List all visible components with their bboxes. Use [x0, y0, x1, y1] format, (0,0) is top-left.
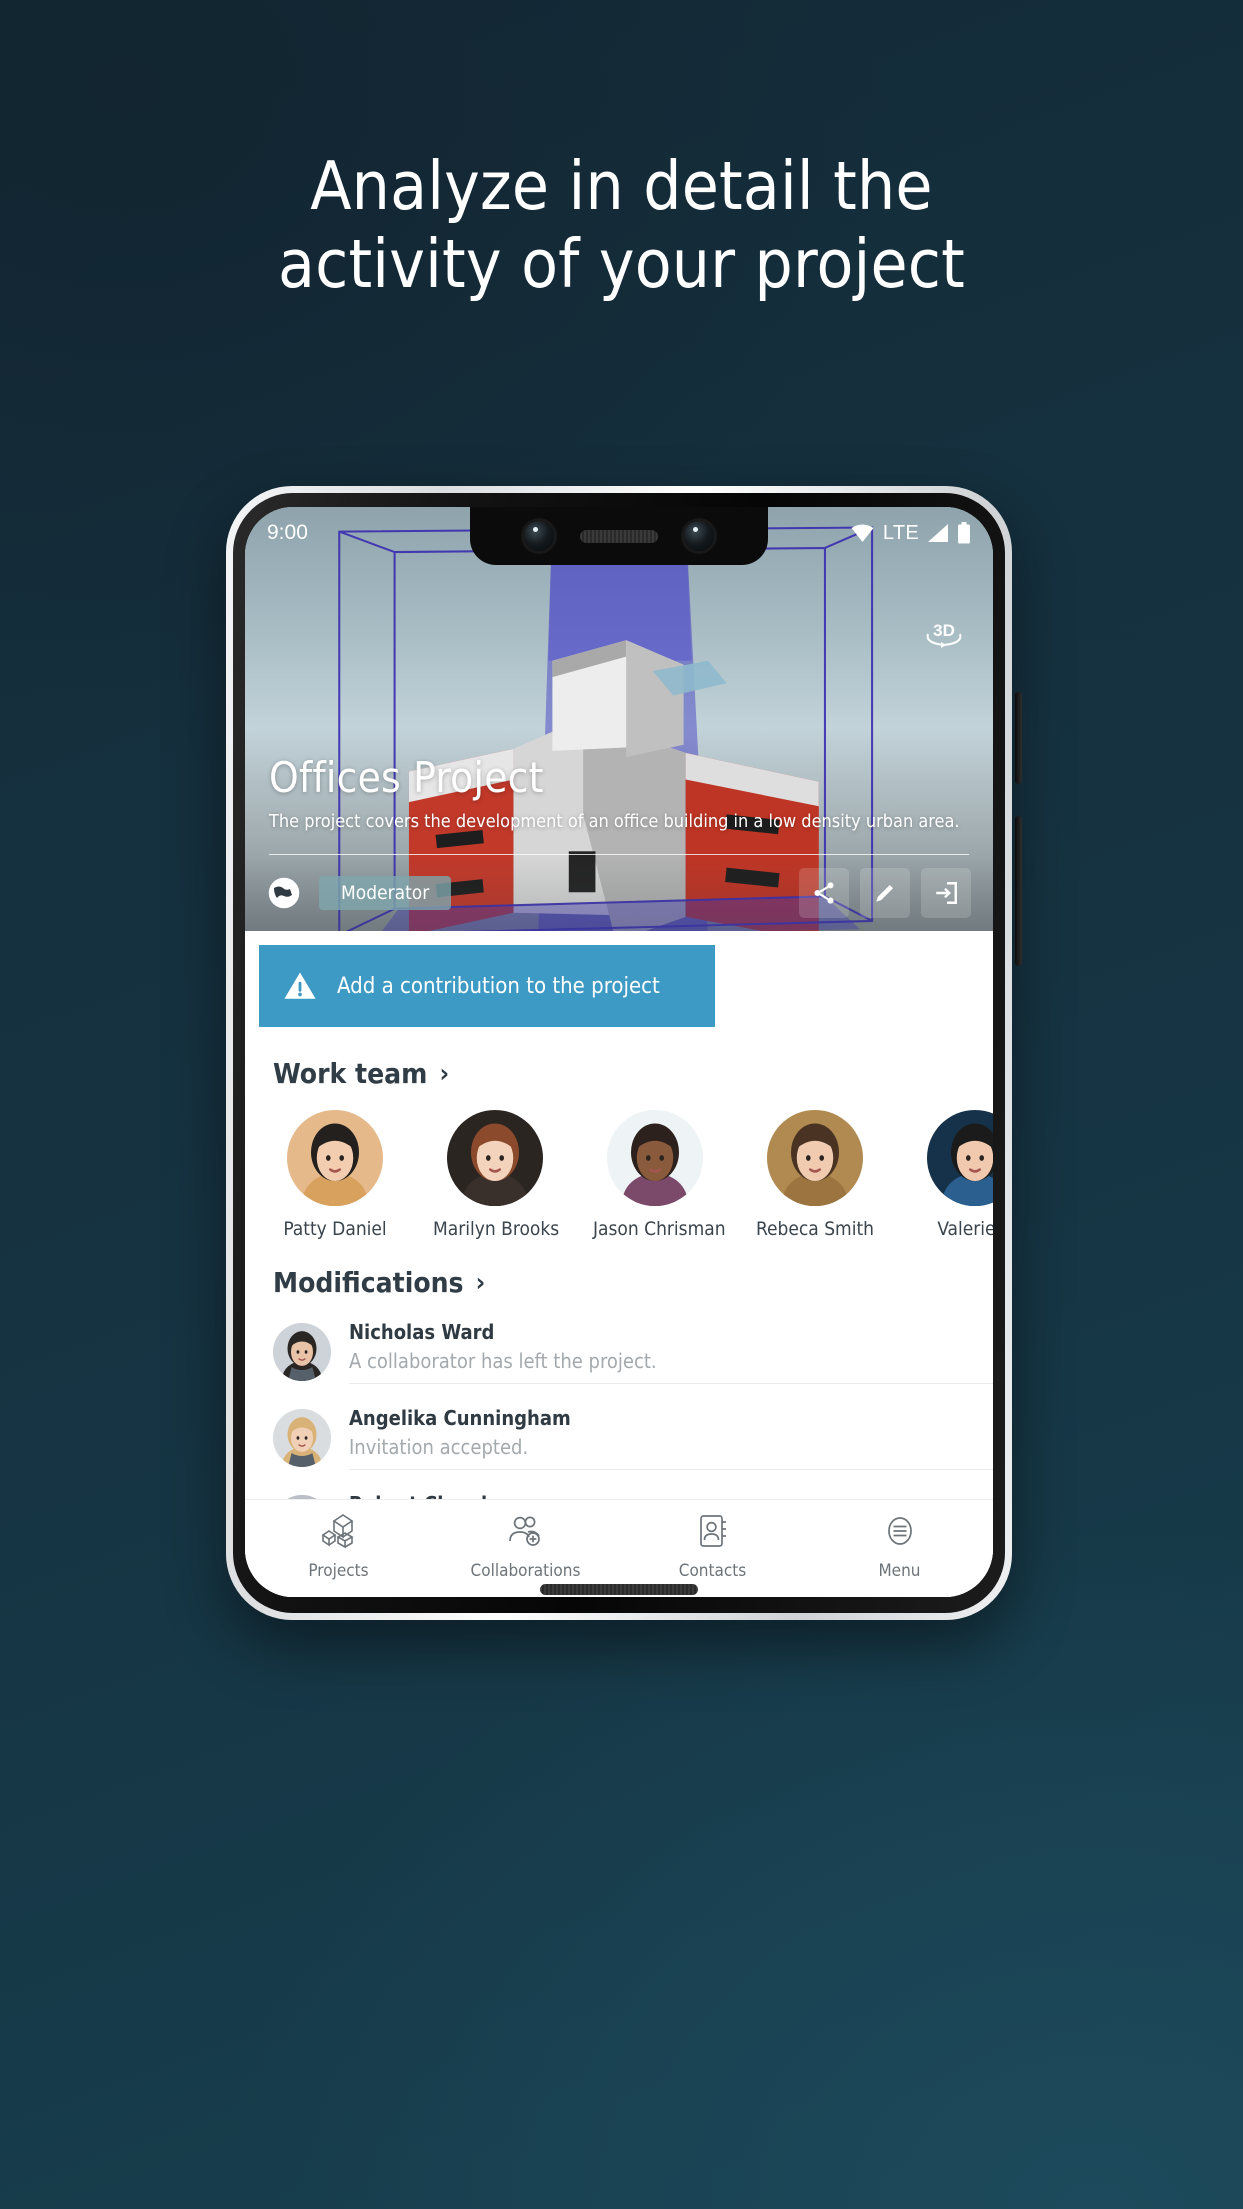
modifications-header[interactable]: Modifications › [273, 1266, 993, 1299]
avatar-image [287, 1110, 383, 1206]
phone-bezel: 9:00 LTE 3D Offices Project The project … [233, 493, 1005, 1613]
login-arrow-icon [936, 882, 957, 904]
work-team-header[interactable]: Work team › [273, 1057, 993, 1090]
modification-item[interactable]: Nicholas Ward A collaborator has left the… [273, 1309, 993, 1395]
project-hero: 9:00 LTE 3D Offices Project The project … [245, 507, 993, 931]
role-badge: Moderator [319, 876, 452, 910]
phone-notch [470, 507, 768, 565]
cubes-icon [321, 1513, 354, 1548]
avatar-image [607, 1110, 703, 1206]
headline-line-2: activity of your project [278, 224, 965, 303]
modification-name: Nicholas Ward [349, 1320, 495, 1344]
modification-body: Nicholas Ward A collaborator has left the… [349, 1320, 993, 1384]
enter-button[interactable] [921, 868, 971, 918]
avatar[interactable] [287, 1110, 383, 1206]
modifications-title: Modifications [273, 1266, 464, 1299]
work-team-title: Work team [273, 1057, 428, 1090]
project-description: The project covers the development of an… [269, 811, 960, 833]
tab-label: Collaborations [470, 1560, 581, 1581]
team-member[interactable]: Marilyn Brooks [433, 1110, 560, 1240]
add-contribution-banner[interactable]: Add a contribution to the project [259, 945, 715, 1027]
chevron-right-icon: › [439, 1058, 450, 1089]
battery-icon [958, 522, 970, 544]
people-add-icon [508, 1516, 540, 1546]
address-book-icon [699, 1514, 726, 1547]
avatar[interactable] [767, 1110, 863, 1206]
tab-projects[interactable]: Projects [264, 1511, 414, 1581]
toggle-3d-button[interactable]: 3D [921, 619, 967, 656]
edit-button[interactable] [860, 868, 910, 918]
modification-text: Invitation accepted. [349, 1435, 529, 1459]
phone-power-button[interactable] [1015, 692, 1022, 784]
avatar-image [767, 1110, 863, 1206]
avatar-image [273, 1323, 331, 1381]
globe-icon[interactable] [267, 876, 301, 910]
phone-screen: 9:00 LTE 3D Offices Project The project … [245, 507, 993, 1597]
team-member-name: Jason Chrisman [593, 1218, 726, 1240]
signal-icon [928, 524, 948, 542]
status-time: 9:00 [267, 521, 308, 544]
team-member[interactable]: Patty Daniel [273, 1110, 397, 1240]
team-member-name: Rebeca Smith [755, 1218, 874, 1240]
modification-text: A collaborator has left the project. [349, 1349, 657, 1373]
chevron-right-icon: › [475, 1267, 486, 1298]
front-camera-icon [524, 521, 554, 551]
bottom-navigation: Projects Collaborations Contacts Menu [245, 1499, 993, 1597]
phone-mockup: 9:00 LTE 3D Offices Project The project … [226, 486, 1022, 1620]
team-member-name: Marilyn Brooks [433, 1218, 560, 1240]
warning-triangle-icon [284, 972, 316, 999]
work-team-list: Patty Daniel Marilyn Brooks Jason Chrisman… [273, 1110, 993, 1240]
svg-text:3D: 3D [933, 621, 955, 640]
front-camera-secondary-icon [684, 521, 714, 551]
wifi-icon [851, 524, 874, 542]
avatar[interactable] [607, 1110, 703, 1206]
team-member[interactable]: Rebeca Smith [753, 1110, 877, 1240]
tab-contacts[interactable]: Contacts [638, 1511, 788, 1581]
phone-volume-button[interactable] [1015, 816, 1022, 966]
hero-text-block: Offices Project The project covers the d… [269, 753, 969, 835]
modification-name: Angelika Cunningham [349, 1406, 571, 1430]
project-detail-content: Add a contribution to the project Work t… [245, 931, 993, 1597]
modification-item[interactable]: Angelika Cunningham Invitation accepted. [273, 1395, 993, 1481]
team-member[interactable]: Valerie A [913, 1110, 993, 1240]
avatar [273, 1409, 331, 1467]
add-contribution-label: Add a contribution to the project [337, 973, 660, 999]
avatar[interactable] [447, 1110, 543, 1206]
modification-body: Angelika Cunningham Invitation accepted. [349, 1406, 993, 1470]
avatar [273, 1323, 331, 1381]
pencil-icon [876, 884, 894, 902]
tab-label: Projects [308, 1560, 369, 1581]
headline-line-1: Analyze in detail the [310, 147, 933, 225]
work-team-section: Work team › Patty Daniel Marilyn Brooks Ja… [245, 1027, 993, 1240]
tab-label: Contacts [678, 1560, 747, 1581]
avatar[interactable] [927, 1110, 993, 1206]
page-title: Analyze in detail the activity of your p… [0, 147, 1243, 303]
share-button[interactable] [799, 868, 849, 918]
tab-collaborations[interactable]: Collaborations [451, 1511, 601, 1581]
team-member-name: Patty Daniel [283, 1218, 387, 1240]
earpiece-speaker-icon [580, 529, 658, 543]
team-member[interactable]: Jason Chrisman [593, 1110, 726, 1240]
project-title: Offices Project [269, 753, 544, 803]
status-network: LTE [882, 521, 919, 544]
team-member-name: Valerie A [937, 1218, 993, 1240]
phone-speaker-grille [540, 1584, 698, 1595]
share-icon [814, 882, 834, 904]
avatar-image [927, 1110, 993, 1206]
tab-label: Menu [878, 1560, 921, 1581]
avatar-image [447, 1110, 543, 1206]
rotate-3d-icon: 3D [926, 621, 962, 648]
hamburger-circle-icon [887, 1516, 912, 1545]
tab-menu[interactable]: Menu [825, 1511, 975, 1581]
avatar-image [273, 1409, 331, 1467]
project-action-bar: Moderator [245, 855, 993, 931]
